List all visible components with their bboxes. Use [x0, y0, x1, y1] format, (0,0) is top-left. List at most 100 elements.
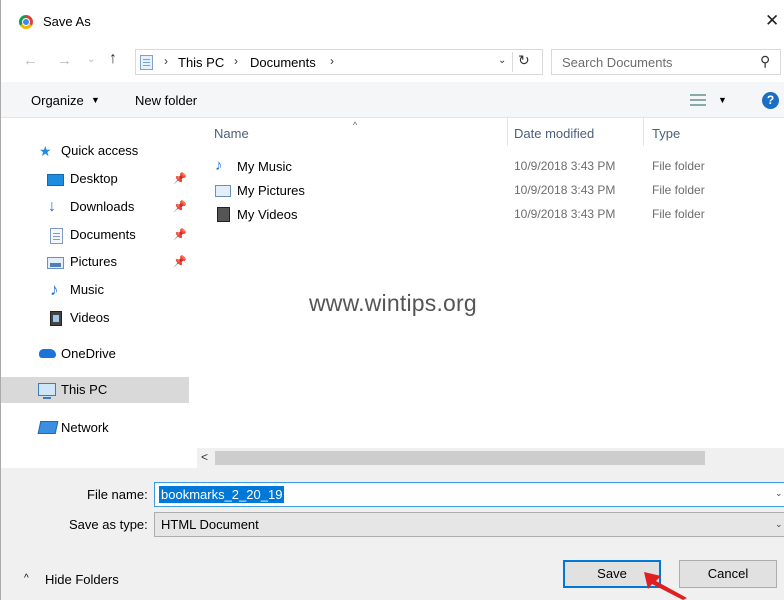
nav-item-pictures[interactable]: Pictures 📌: [1, 249, 197, 275]
videos-icon: [50, 311, 62, 326]
pictures-folder-icon: [215, 185, 231, 197]
file-type: File folder: [652, 207, 705, 221]
address-row: ← → ⌄ ↑ › This PC › Documents › ⌄ ↻ Sear…: [1, 44, 784, 80]
star-icon: ★: [39, 143, 52, 159]
file-name: My Pictures: [237, 183, 305, 198]
new-folder-button[interactable]: New folder: [135, 93, 197, 108]
nav-item-quick-access[interactable]: ★ Quick access: [1, 138, 197, 164]
save-as-type-value: HTML Document: [161, 517, 259, 532]
file-list: Name ^ Date modified Type ♪ My Music 10/…: [197, 118, 784, 448]
up-arrow-icon[interactable]: ↑: [109, 50, 117, 68]
address-dropdown-chevron-icon[interactable]: ⌄: [498, 55, 506, 66]
horizontal-scrollbar[interactable]: <: [197, 448, 784, 468]
videos-folder-icon: [217, 207, 230, 222]
file-name-label: File name:: [87, 487, 148, 502]
nav-item-videos[interactable]: Videos: [1, 305, 197, 331]
file-name: My Music: [237, 159, 292, 174]
breadcrumb-documents[interactable]: Documents: [250, 55, 316, 70]
column-header-type[interactable]: Type: [652, 126, 680, 141]
search-icon[interactable]: ⚲: [760, 53, 770, 70]
file-date-modified: 10/9/2018 3:43 PM: [514, 159, 616, 173]
red-pointer-arrow-icon: [644, 572, 687, 600]
music-folder-icon: ♪: [215, 157, 223, 174]
nav-item-this-pc[interactable]: This PC: [1, 377, 189, 403]
collapse-chevron-icon: ^: [24, 573, 29, 584]
column-divider[interactable]: [507, 118, 508, 146]
refresh-icon[interactable]: ↻: [518, 52, 530, 69]
organize-button[interactable]: Organize: [31, 93, 84, 108]
nav-item-label: OneDrive: [61, 346, 116, 361]
nav-item-label: This PC: [61, 382, 108, 397]
this-pc-icon: [38, 383, 56, 399]
breadcrumb-separator-icon[interactable]: ›: [234, 54, 238, 68]
pin-icon[interactable]: 📌: [173, 228, 187, 241]
file-row-my-pictures[interactable]: My Pictures 10/9/2018 3:43 PM File folde…: [211, 179, 781, 203]
nav-item-label: Desktop: [70, 171, 118, 186]
address-bar[interactable]: › This PC › Documents › ⌄ ↻: [135, 49, 543, 75]
view-dropdown-icon[interactable]: ▼: [718, 95, 727, 105]
save-as-type-dropdown-icon[interactable]: ⌄: [775, 519, 783, 530]
nav-item-label: Music: [70, 282, 104, 297]
chrome-icon: [19, 15, 33, 29]
pin-icon[interactable]: 📌: [173, 200, 187, 213]
scroll-left-icon[interactable]: <: [201, 450, 208, 464]
column-divider[interactable]: [643, 118, 644, 146]
nav-item-label: Downloads: [70, 199, 135, 214]
forward-arrow-icon[interactable]: →: [57, 52, 72, 69]
breadcrumb-this-pc[interactable]: This PC: [178, 55, 224, 70]
file-date-modified: 10/9/2018 3:43 PM: [514, 207, 616, 221]
nav-item-desktop[interactable]: Desktop 📌: [1, 166, 197, 192]
search-placeholder: Search Documents: [562, 55, 673, 70]
onedrive-cloud-icon: [39, 349, 56, 358]
column-header-date-modified[interactable]: Date modified: [514, 126, 594, 141]
nav-item-music[interactable]: ♪ Music: [1, 277, 197, 303]
pin-icon[interactable]: 📌: [173, 172, 187, 185]
downloads-icon: ↓: [48, 198, 56, 215]
nav-item-label: Quick access: [61, 143, 139, 158]
scrollbar-thumb[interactable]: [215, 451, 705, 465]
file-name-dropdown-icon[interactable]: ⌄: [775, 488, 783, 499]
view-options-icon[interactable]: [690, 94, 706, 106]
save-as-dialog: Save As ✕ ← → ⌄ ↑ › This PC › Documents …: [0, 0, 784, 600]
file-name-value[interactable]: bookmarks_2_20_19: [159, 486, 285, 503]
column-header-name[interactable]: Name: [214, 126, 249, 141]
file-type: File folder: [652, 183, 705, 197]
nav-item-network[interactable]: Network: [1, 415, 197, 441]
pin-icon[interactable]: 📌: [173, 255, 187, 268]
save-as-type-select[interactable]: HTML Document ⌄: [154, 512, 784, 537]
nav-item-label: Network: [61, 420, 109, 435]
file-name: My Videos: [237, 207, 298, 222]
window-title: Save As: [43, 14, 91, 29]
command-toolbar: Organize ▼ New folder ▼ ?: [1, 82, 784, 118]
navigation-pane: ★ Quick access Desktop 📌 ↓ Downloads 📌 D…: [1, 118, 197, 448]
desktop-icon: [47, 174, 64, 186]
nav-item-label: Videos: [70, 310, 110, 325]
breadcrumb-separator-icon[interactable]: ›: [330, 54, 334, 68]
watermark-text: www.wintips.org: [309, 290, 477, 316]
documents-location-icon: [140, 55, 153, 70]
nav-item-documents[interactable]: Documents 📌: [1, 222, 197, 248]
file-type: File folder: [652, 159, 705, 173]
recent-locations-chevron-icon[interactable]: ⌄: [87, 54, 95, 65]
nav-item-downloads[interactable]: ↓ Downloads 📌: [1, 194, 197, 220]
file-date-modified: 10/9/2018 3:43 PM: [514, 183, 616, 197]
breadcrumb-separator-icon[interactable]: ›: [164, 54, 168, 68]
nav-item-label: Pictures: [70, 254, 117, 269]
pictures-icon: [47, 257, 64, 269]
title-bar: Save As ✕: [1, 0, 784, 44]
organize-dropdown-icon[interactable]: ▼: [91, 95, 100, 105]
nav-item-label: Documents: [70, 227, 136, 242]
address-divider: [512, 52, 513, 72]
file-row-my-videos[interactable]: My Videos 10/9/2018 3:43 PM File folder: [211, 203, 781, 227]
close-button[interactable]: ✕: [765, 8, 784, 34]
sort-ascending-icon: ^: [353, 120, 358, 130]
nav-item-onedrive[interactable]: OneDrive: [1, 341, 197, 367]
music-icon: ♪: [50, 280, 59, 299]
documents-icon: [50, 228, 63, 244]
save-as-type-label: Save as type:: [69, 517, 148, 532]
back-arrow-icon[interactable]: ←: [23, 52, 38, 69]
file-row-my-music[interactable]: ♪ My Music 10/9/2018 3:43 PM File folder: [211, 155, 781, 179]
file-name-field[interactable]: bookmarks_2_20_19 ⌄: [154, 482, 784, 507]
help-icon[interactable]: ?: [762, 92, 779, 109]
search-input[interactable]: Search Documents ⚲: [551, 49, 781, 75]
